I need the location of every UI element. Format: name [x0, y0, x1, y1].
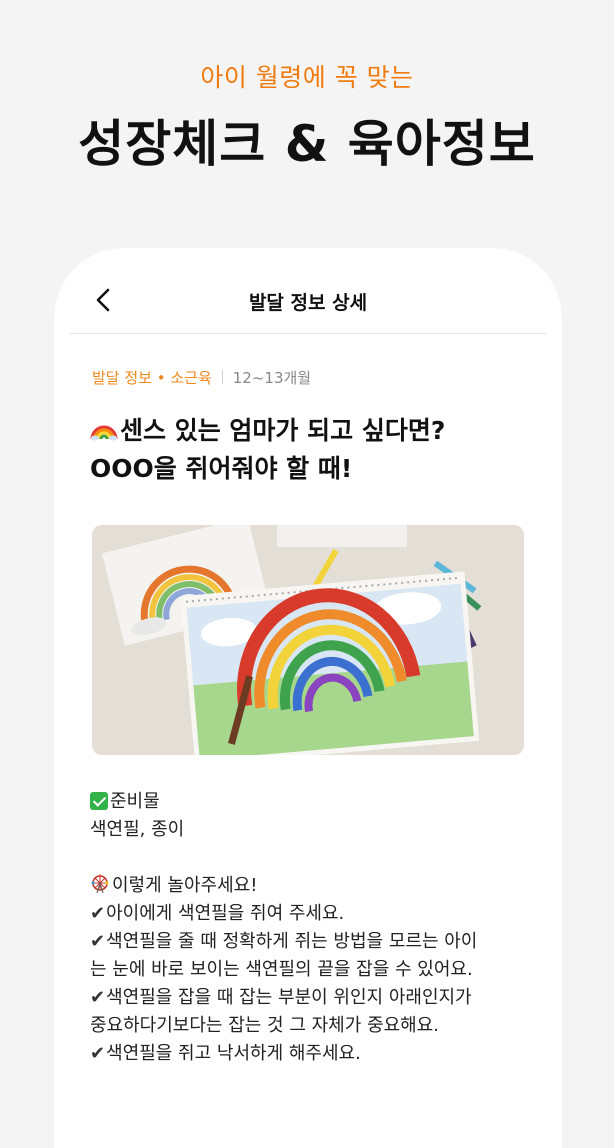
- step-line: ✔색연필을 쥐고 낙서하게 해주세요.: [90, 1043, 361, 1064]
- article-meta: 발달 정보 • 소근육 12~13개월: [92, 367, 311, 388]
- step-line: ✔색연필을 줄 때 정확하게 쥐는 방법을 모르는 아이: [90, 931, 478, 952]
- navigation-bar: 발달 정보 상세: [70, 274, 546, 334]
- age-label: 12~13개월: [232, 369, 312, 387]
- materials-heading: 준비물: [110, 791, 160, 812]
- materials-list: 색연필, 종이: [90, 819, 185, 840]
- step-line-continuation: 는 눈에 바로 보이는 색연필의 끝을 잡을 수 있어요.: [90, 959, 473, 980]
- meta-divider: [221, 370, 223, 384]
- check-mark-icon: [90, 792, 108, 810]
- ferris-wheel-icon: [91, 874, 109, 894]
- tick-icon: ✔: [90, 1043, 106, 1064]
- promo-subtitle: 아이 월령에 꼭 맞는: [200, 63, 414, 92]
- article-title-line1: 센스 있는 엄마가 되고 싶다면?: [120, 416, 446, 445]
- step-line-continuation: 중요하다기보다는 잡는 것 그 자체가 중요해요.: [90, 1015, 439, 1036]
- article-body: 준비물 색연필, 종이 이렇게 놀아주세요! ✔아이에게 색연필을 쥐여 주세요…: [90, 788, 540, 1068]
- promo-title: 성장체크 & 육아정보: [78, 115, 536, 173]
- page-title: 발달 정보 상세: [248, 292, 368, 314]
- howto-heading: 이렇게 놀아주세요!: [112, 875, 258, 896]
- tick-icon: ✔: [90, 987, 106, 1008]
- howto-heading-row: 이렇게 놀아주세요!: [90, 872, 540, 900]
- article-title: 센스 있는 엄마가 되고 싶다면? OOO을 쥐어줘야 할 때!: [90, 412, 530, 488]
- tick-icon: ✔: [90, 903, 106, 924]
- rainbow-drawing-illustration: [92, 525, 524, 755]
- rainbow-drawing-photo: [92, 525, 524, 755]
- phone-screen: 발달 정보 상세 발달 정보 • 소근육 12~13개월 센스 있는 엄마가 되고…: [54, 248, 562, 1148]
- category-label: 발달 정보 • 소근육: [92, 369, 212, 387]
- rainbow-icon: [90, 425, 118, 441]
- tick-icon: ✔: [90, 931, 106, 952]
- step-line: ✔색연필을 잡을 때 잡는 부분이 위인지 아래인지가: [90, 987, 472, 1008]
- step-line: ✔아이에게 색연필을 쥐여 주세요.: [90, 903, 345, 924]
- materials-heading-row: 준비물: [90, 788, 540, 816]
- article-title-line2: OOO을 쥐어줘야 할 때!: [90, 454, 353, 483]
